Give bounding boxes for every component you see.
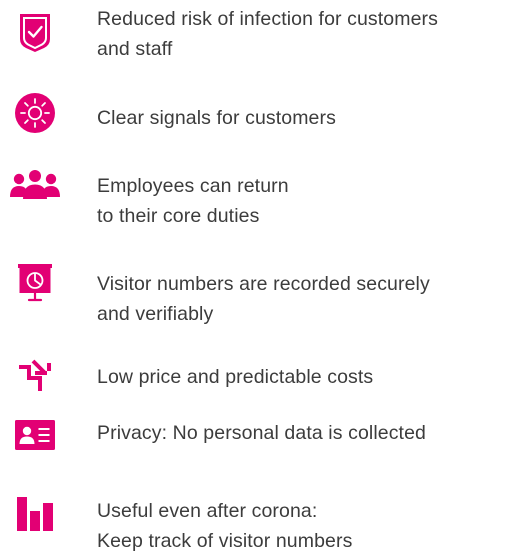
feature-line: Clear signals for customers [97,107,336,129]
feature-line: Keep track of visitor numbers [97,530,353,552]
feature-text: Employees can return to their core dutie… [97,171,511,231]
feature-line: Privacy: No personal data is collected [97,422,426,444]
feature-line: and staff [97,38,173,60]
shield-check-icon [6,4,64,62]
feature-line: Low price and predictable costs [97,366,374,388]
presentation-chart-icon [6,254,64,312]
sun-signal-icon [6,84,64,142]
feature-text: Useful even after corona: Keep track of … [97,496,511,556]
price-decrease-arrow-icon [6,346,64,404]
feature-line: Visitor numbers are recorded securely [97,273,430,295]
feature-text: Clear signals for customers [97,103,511,133]
bar-chart-icon [6,485,64,543]
feature-line: Employees can return [97,175,289,197]
feature-text: Reduced risk of infection for customers … [97,4,511,64]
feature-text: Visitor numbers are recorded securely an… [97,269,511,329]
feature-text: Privacy: No personal data is collected [97,418,511,448]
feature-line: to their core duties [97,205,260,227]
feature-line: Reduced risk of infection for customers [97,8,438,30]
id-card-icon [6,406,64,464]
people-group-icon [6,156,64,214]
feature-line: and verifiably [97,303,214,325]
feature-text: Low price and predictable costs [97,362,511,392]
feature-line: Useful even after corona: [97,500,318,522]
